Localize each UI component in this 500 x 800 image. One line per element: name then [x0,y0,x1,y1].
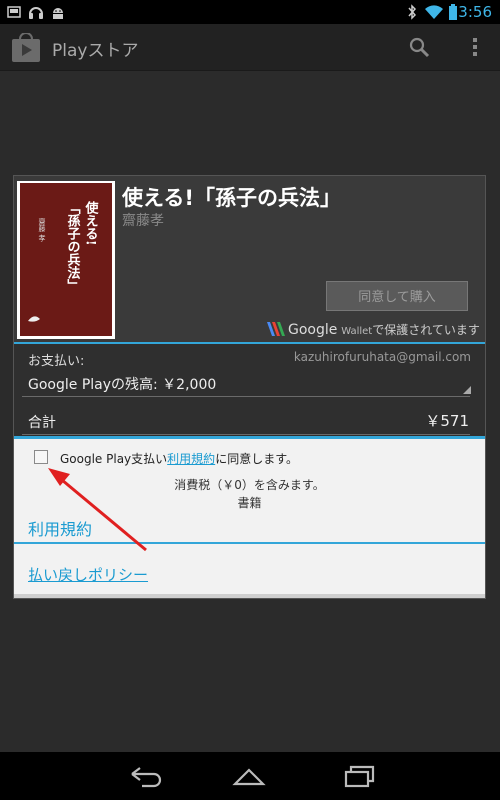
total-value: ￥571 [425,412,469,430]
wallet-suffix: で保護されています [372,323,480,337]
total-label: 合計 [28,415,56,431]
wallet-protection: Google Walletで保護されています [266,320,480,338]
terms-of-service-link[interactable]: 利用規約 [28,516,92,540]
bluetooth-icon [408,4,417,20]
book-cover: 使える! 「孫子の兵法」 齋藤 孝 [17,181,115,339]
terms-suffix: に同意します。 [215,452,298,466]
play-store-icon[interactable] [10,33,42,63]
account-email: kazuhirofuruhata@gmail.com [293,350,471,364]
terms-link[interactable]: 利用規約 [167,452,215,466]
headphones-icon [29,7,43,19]
search-icon[interactable] [408,36,430,58]
payment-method-select[interactable]: Google Playの残高: ￥2,000 [28,374,216,394]
terms-prefix: Google Play支払い [60,452,168,466]
divider [14,542,485,544]
status-bar: 13:56 [0,0,500,24]
book-header: 使える! 「孫子の兵法」 齋藤 孝 使える!「孫子の兵法」 齋藤孝 同意して購入… [14,176,485,344]
recent-apps-icon[interactable] [342,764,376,788]
divider [22,396,470,397]
wallet-google: Google [288,322,338,338]
divider [22,434,470,435]
overflow-menu-icon[interactable] [472,36,478,58]
action-bar: Playストア [0,24,500,71]
navigation-bar [0,752,500,800]
divider [14,436,485,439]
svg-text:齋藤 孝: 齋藤 孝 [38,217,46,241]
agree-and-buy-button[interactable]: 同意して購入 [326,281,468,311]
wallet-word: Wallet [341,326,373,337]
dialog-bottom-edge [14,594,485,598]
home-icon[interactable] [232,764,266,788]
payment-label: お支払い: [28,354,85,369]
dropdown-arrow-icon[interactable] [463,386,471,394]
wallet-text: Google Walletで保護されています [288,321,480,338]
notification-icon [7,6,21,18]
wifi-icon [425,5,443,19]
back-icon[interactable] [128,764,162,788]
svg-text:使える!: 使える! [83,200,100,245]
item-category: 書籍 [237,496,262,510]
book-author[interactable]: 齋藤孝 [122,210,164,230]
screen: 13:56 Playストア 使える! 「孫子の兵法」 齋藤 孝 使える!「孫子の… [0,0,500,800]
android-icon [53,8,63,19]
terms-agreement-row: Google Play支払い利用規約に同意します。 [14,442,485,472]
app-title: Playストア [52,41,139,61]
payment-section: お支払い: kazuhirofuruhata@gmail.com Google … [14,344,485,436]
book-title: 使える!「孫子の兵法」 [122,186,341,210]
terms-agreement-text: Google Play支払い利用規約に同意します。 [60,450,298,467]
status-time: 13:56 [448,3,492,21]
book-cover-graphic: 使える! 「孫子の兵法」 齋藤 孝 [28,200,100,322]
refund-policy-link[interactable]: 払い戻しポリシー [28,564,148,585]
book-cover-art: 使える! 「孫子の兵法」 齋藤 孝 [20,183,112,336]
svg-text:「孫子の兵法」: 「孫子の兵法」 [65,201,81,292]
google-wallet-icon [267,322,285,336]
tax-note: 消費税（￥0）を含みます。 [174,478,325,492]
terms-checkbox[interactable] [34,450,48,464]
purchase-dialog: 使える! 「孫子の兵法」 齋藤 孝 使える!「孫子の兵法」 齋藤孝 同意して購入… [14,176,485,598]
